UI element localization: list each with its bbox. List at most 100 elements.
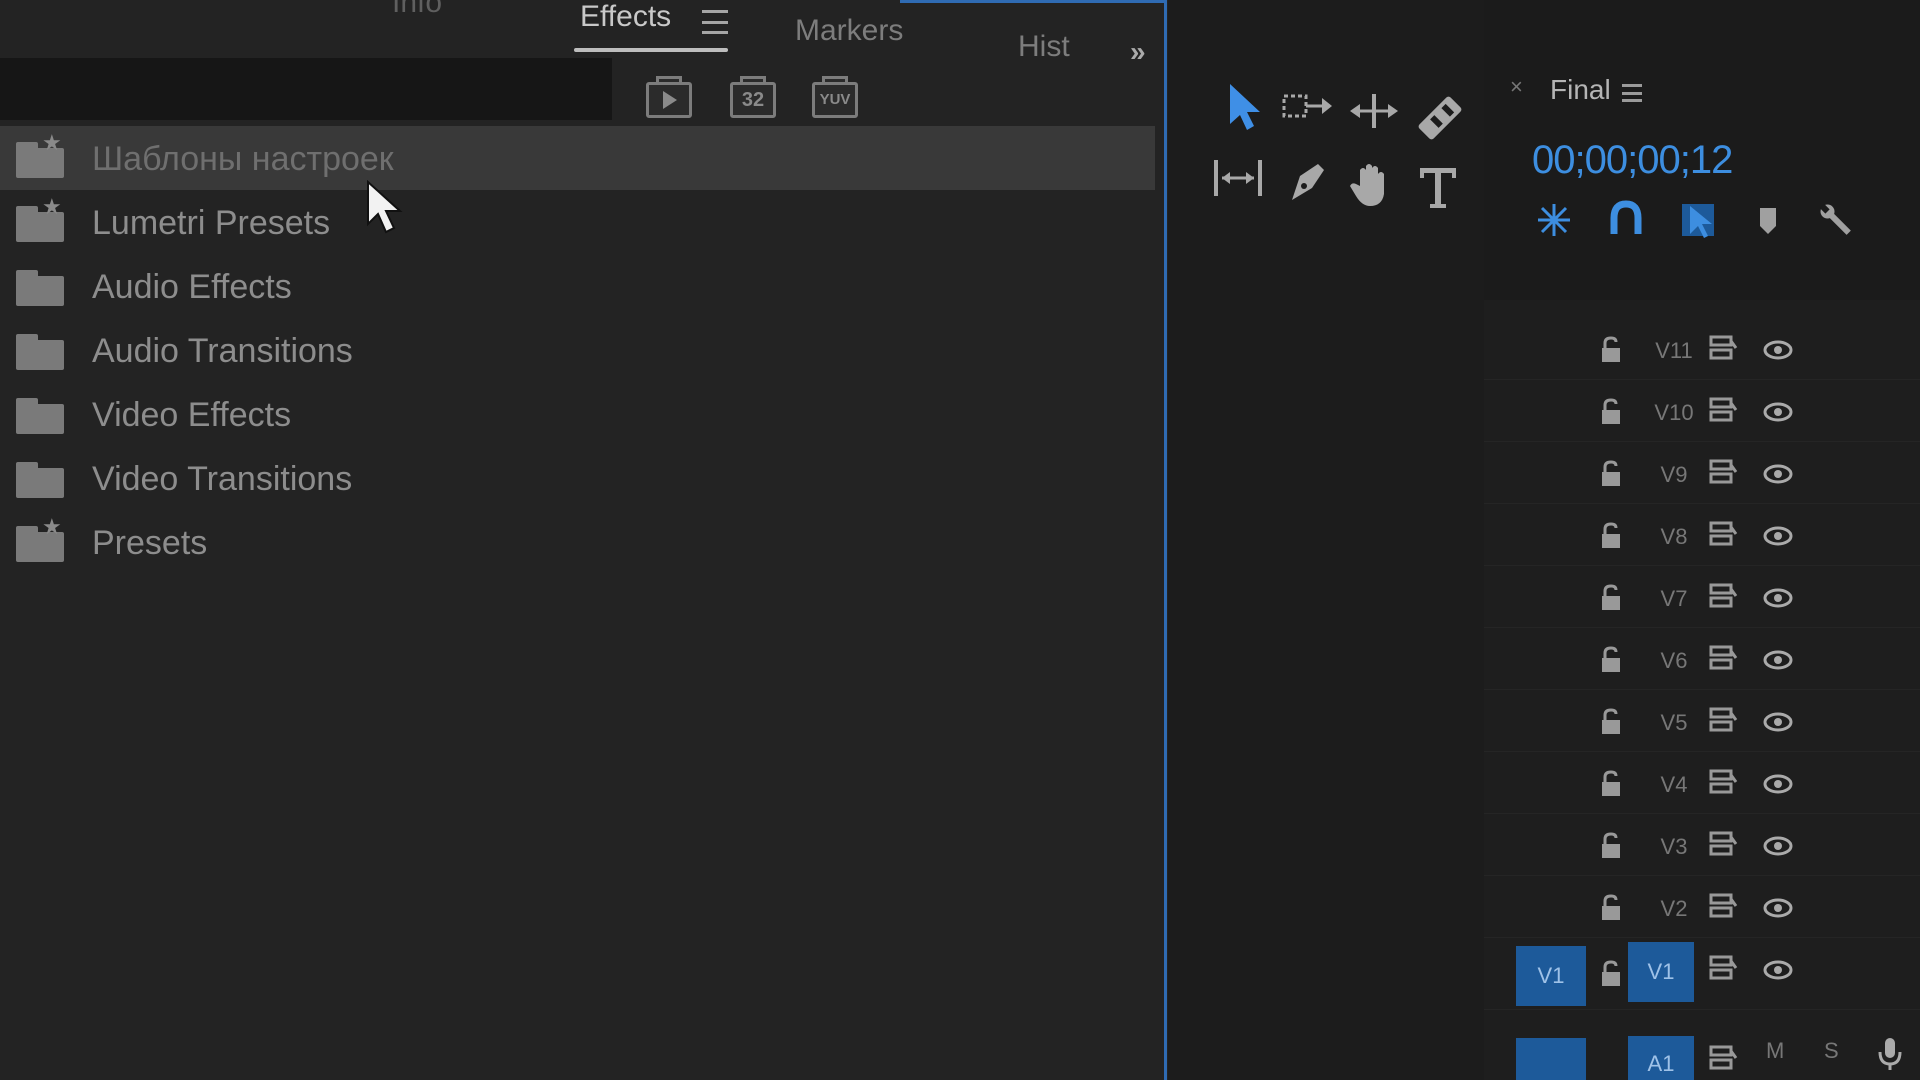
sync-lock-icon[interactable] xyxy=(1708,954,1738,982)
track-name[interactable]: V3 xyxy=(1644,834,1704,860)
sync-lock-icon[interactable] xyxy=(1708,396,1738,424)
lock-track-icon[interactable] xyxy=(1600,336,1622,364)
mute-track-button[interactable]: M xyxy=(1766,1038,1784,1064)
sequence-tab-title[interactable]: Final xyxy=(1550,74,1611,106)
track-header-v9: V9 xyxy=(1484,442,1920,504)
track-name[interactable]: V2 xyxy=(1644,896,1704,922)
lock-track-icon[interactable] xyxy=(1600,708,1622,736)
track-target-a1[interactable]: A1 xyxy=(1628,1036,1694,1080)
track-name[interactable]: V7 xyxy=(1644,586,1704,612)
sync-lock-icon[interactable] xyxy=(1708,768,1738,796)
track-name[interactable]: V4 xyxy=(1644,772,1704,798)
folder-icon xyxy=(16,398,64,434)
sync-lock-icon[interactable] xyxy=(1708,520,1738,548)
timeline-header: × Final 00;00;00;12 xyxy=(1484,0,1920,300)
32bit-effects-button[interactable]: 32 xyxy=(730,76,780,120)
tree-item-label: Audio Effects xyxy=(92,268,292,306)
voiceover-record-mic-icon[interactable] xyxy=(1876,1036,1904,1072)
add-marker-icon[interactable] xyxy=(1746,198,1790,242)
effects-search-input[interactable] xyxy=(0,58,612,120)
tab-overflow-icon[interactable]: » xyxy=(1130,36,1145,68)
yuv-effects-button[interactable]: YUV xyxy=(812,76,862,120)
toggle-track-output-eye-icon[interactable] xyxy=(1762,960,1794,980)
accelerated-effects-button[interactable] xyxy=(646,76,696,120)
tree-item-presets-ru[interactable]: ★ Шаблоны настроек xyxy=(0,126,1155,190)
panel-menu-icon[interactable] xyxy=(702,10,728,34)
tab-info[interactable]: Info xyxy=(392,0,442,20)
tab-markers[interactable]: Markers xyxy=(795,14,903,48)
toggle-track-output-eye-icon[interactable] xyxy=(1762,464,1794,484)
tree-item-label: Audio Transitions xyxy=(92,332,353,370)
preset-folder-icon: ★ xyxy=(16,194,64,242)
track-name[interactable]: V10 xyxy=(1644,400,1704,426)
close-sequence-icon[interactable]: × xyxy=(1510,74,1523,100)
snap-icon[interactable] xyxy=(1604,198,1648,242)
lock-track-icon[interactable] xyxy=(1600,522,1622,550)
lock-track-icon[interactable] xyxy=(1600,584,1622,612)
tree-item-audio-effects[interactable]: Audio Effects xyxy=(0,254,1155,318)
nest-sequence-icon[interactable] xyxy=(1532,198,1576,242)
playhead-timecode[interactable]: 00;00;00;12 xyxy=(1532,138,1733,183)
tree-item-video-transitions[interactable]: Video Transitions xyxy=(0,446,1155,510)
track-name[interactable]: V6 xyxy=(1644,648,1704,674)
tree-item-audio-transitions[interactable]: Audio Transitions xyxy=(0,318,1155,382)
track-header-v5: V5 xyxy=(1484,690,1920,752)
tab-effects[interactable]: Effects xyxy=(580,0,671,34)
toggle-track-output-eye-icon[interactable] xyxy=(1762,402,1794,422)
sync-lock-icon[interactable] xyxy=(1708,1044,1738,1072)
toggle-track-output-eye-icon[interactable] xyxy=(1762,340,1794,360)
preset-folder-icon: ★ xyxy=(16,130,64,178)
sync-lock-icon[interactable] xyxy=(1708,644,1738,672)
folder-icon xyxy=(16,334,64,370)
slip-tool-icon[interactable] xyxy=(1210,150,1266,206)
lock-track-icon[interactable] xyxy=(1600,832,1622,860)
lock-track-icon[interactable] xyxy=(1600,460,1622,488)
toggle-track-output-eye-icon[interactable] xyxy=(1762,898,1794,918)
razor-tool-icon[interactable] xyxy=(1412,90,1468,146)
toggle-track-output-eye-icon[interactable] xyxy=(1762,526,1794,546)
sync-lock-icon[interactable] xyxy=(1708,706,1738,734)
sync-lock-icon[interactable] xyxy=(1708,892,1738,920)
source-patch-a1[interactable] xyxy=(1516,1038,1586,1080)
tree-item-label: Video Effects xyxy=(92,396,292,434)
ripple-edit-tool-icon[interactable] xyxy=(1346,84,1402,140)
track-header-a1: A1 M S xyxy=(1484,1036,1920,1080)
track-name[interactable]: V9 xyxy=(1644,462,1704,488)
selection-tool-icon[interactable] xyxy=(1214,78,1270,134)
tree-item-label: Presets xyxy=(92,524,208,562)
tree-item-presets[interactable]: ★ Presets xyxy=(0,510,1155,574)
solo-track-button[interactable]: S xyxy=(1824,1038,1839,1064)
sync-lock-icon[interactable] xyxy=(1708,582,1738,610)
pen-tool-icon[interactable] xyxy=(1278,154,1334,210)
lock-track-icon[interactable] xyxy=(1600,960,1622,988)
sync-lock-icon[interactable] xyxy=(1708,334,1738,362)
track-header-v6: V6 xyxy=(1484,628,1920,690)
type-tool-icon[interactable] xyxy=(1412,160,1468,216)
toggle-track-output-eye-icon[interactable] xyxy=(1762,712,1794,732)
tree-item-lumetri-presets[interactable]: ★ Lumetri Presets xyxy=(0,190,1155,254)
toggle-track-output-eye-icon[interactable] xyxy=(1762,650,1794,670)
tree-item-video-effects[interactable]: Video Effects xyxy=(0,382,1155,446)
track-target-v1[interactable]: V1 xyxy=(1628,942,1694,1002)
track-name[interactable]: V8 xyxy=(1644,524,1704,550)
sync-lock-icon[interactable] xyxy=(1708,458,1738,486)
linked-selection-icon[interactable] xyxy=(1676,198,1720,242)
track-name[interactable]: V5 xyxy=(1644,710,1704,736)
timeline-settings-wrench-icon[interactable] xyxy=(1814,198,1858,242)
sequence-menu-icon[interactable] xyxy=(1622,84,1642,102)
source-patch-v1[interactable]: V1 xyxy=(1516,946,1586,1006)
toggle-track-output-eye-icon[interactable] xyxy=(1762,588,1794,608)
lock-track-icon[interactable] xyxy=(1600,894,1622,922)
toggle-track-output-eye-icon[interactable] xyxy=(1762,836,1794,856)
track-header-v11: V11 xyxy=(1484,318,1920,380)
tab-history[interactable]: Hist xyxy=(1018,30,1070,64)
lock-track-icon[interactable] xyxy=(1600,646,1622,674)
track-name[interactable]: V11 xyxy=(1644,338,1704,364)
sync-lock-icon[interactable] xyxy=(1708,830,1738,858)
track-header-v8: V8 xyxy=(1484,504,1920,566)
lock-track-icon[interactable] xyxy=(1600,398,1622,426)
lock-track-icon[interactable] xyxy=(1600,770,1622,798)
toggle-track-output-eye-icon[interactable] xyxy=(1762,774,1794,794)
hand-tool-icon[interactable] xyxy=(1344,156,1400,212)
track-select-tool-icon[interactable] xyxy=(1278,80,1334,136)
